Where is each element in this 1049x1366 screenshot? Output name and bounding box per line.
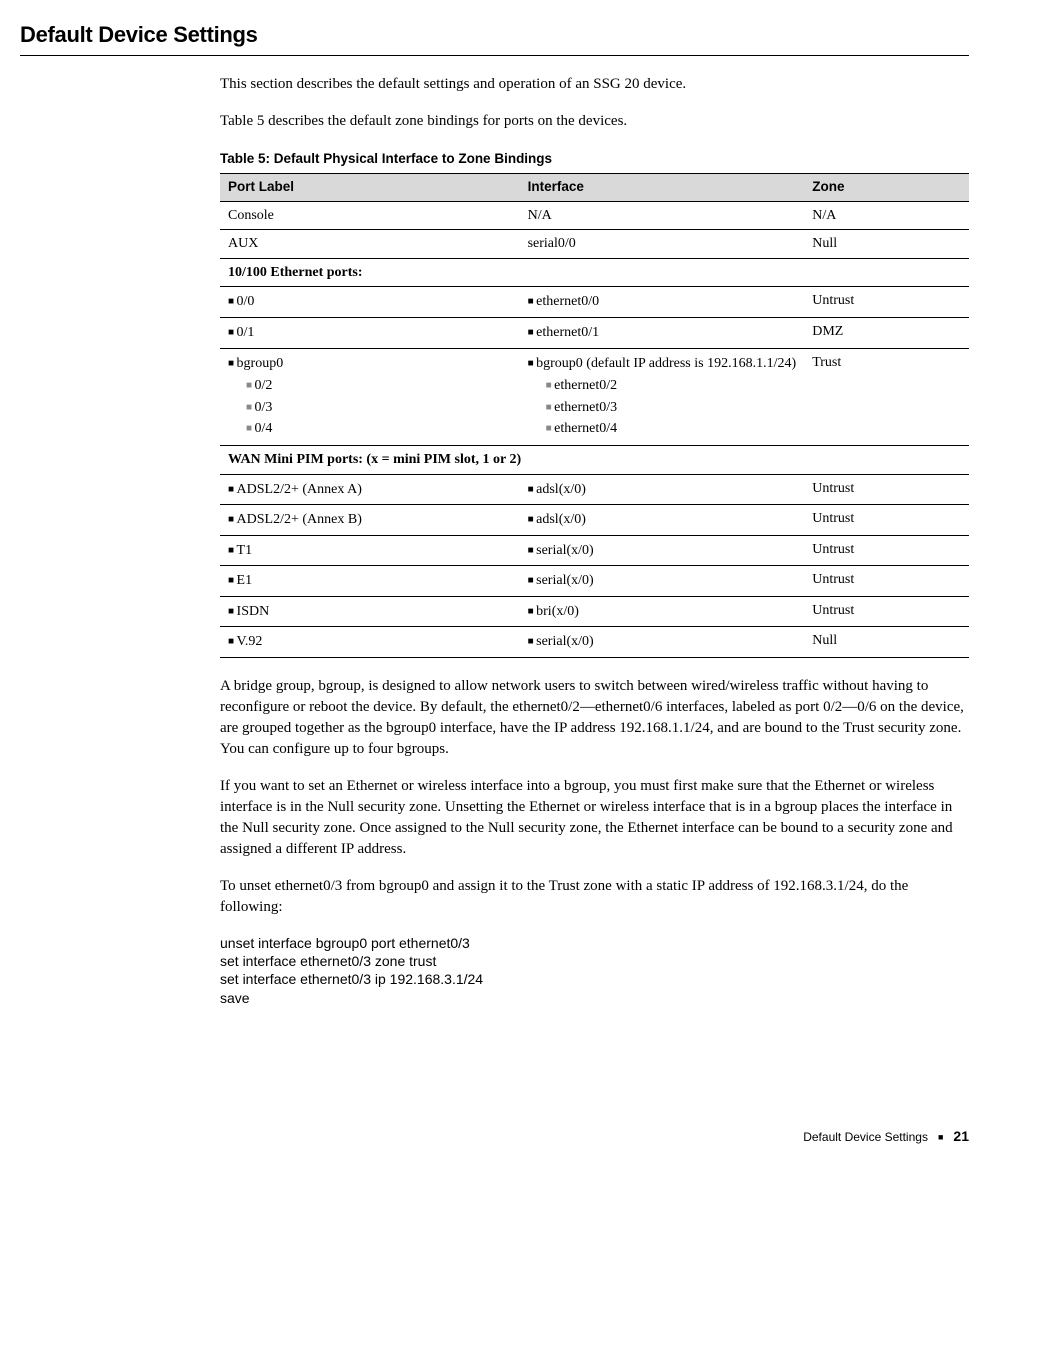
heading-rule (20, 55, 969, 56)
body-content: This section describes the default setti… (220, 74, 969, 1007)
command-block: unset interface bgroup0 port ethernet0/3… (220, 934, 969, 1007)
paragraph: If you want to set an Ethernet or wirele… (220, 776, 969, 860)
cell: V.92 (220, 627, 520, 658)
cell: Untrust (804, 596, 969, 627)
list-item: bri(x/0) (528, 601, 797, 623)
table-subheader: WAN Mini PIM ports: (x = mini PIM slot, … (220, 445, 969, 474)
cell: Console (220, 201, 520, 230)
cell: Untrust (804, 474, 969, 505)
table-row: ADSL2/2+ (Annex A) adsl(x/0) Untrust (220, 474, 969, 505)
table-row: Console N/A N/A (220, 201, 969, 230)
page-footer: Default Device Settings ■ 21 (20, 1127, 969, 1147)
list-item: 0/4 (246, 418, 512, 440)
cell: ethernet0/1 (520, 317, 805, 348)
cell: serial(x/0) (520, 566, 805, 597)
cell: serial(x/0) (520, 627, 805, 658)
cell: Untrust (804, 535, 969, 566)
cell: DMZ (804, 317, 969, 348)
cell: N/A (520, 201, 805, 230)
command-line: save (220, 989, 969, 1007)
cell: serial0/0 (520, 230, 805, 259)
list-item: ethernet0/4 (546, 418, 797, 440)
list-item: serial(x/0) (528, 570, 797, 592)
list-item: serial(x/0) (528, 540, 797, 562)
cell: Untrust (804, 566, 969, 597)
cell: ISDN (220, 596, 520, 627)
list-item: ethernet0/3 (546, 397, 797, 419)
cell: 0/0 (220, 287, 520, 318)
page-heading: Default Device Settings (20, 20, 969, 51)
cell: bgroup0 (default IP address is 192.168.1… (520, 348, 805, 445)
cell: Null (804, 230, 969, 259)
table-row: ISDN bri(x/0) Untrust (220, 596, 969, 627)
command-line: unset interface bgroup0 port ethernet0/3 (220, 934, 969, 952)
footer-title: Default Device Settings (803, 1130, 928, 1144)
table-row: 0/1 ethernet0/1 DMZ (220, 317, 969, 348)
cell: T1 (220, 535, 520, 566)
list-item: T1 (228, 540, 512, 562)
list-item: adsl(x/0) (528, 509, 797, 531)
cell: AUX (220, 230, 520, 259)
cell: Untrust (804, 505, 969, 536)
th-port-label: Port Label (220, 173, 520, 201)
command-line: set interface ethernet0/3 zone trust (220, 952, 969, 970)
cell: serial(x/0) (520, 535, 805, 566)
table-lead-paragraph: Table 5 describes the default zone bindi… (220, 111, 969, 132)
text: bgroup0 (237, 356, 284, 371)
cell: adsl(x/0) (520, 474, 805, 505)
cell: N/A (804, 201, 969, 230)
paragraph: A bridge group, bgroup, is designed to a… (220, 676, 969, 760)
cell: bgroup0 0/2 0/3 0/4 (220, 348, 520, 445)
square-bullet-icon: ■ (938, 1132, 943, 1142)
table-row: ADSL2/2+ (Annex B) adsl(x/0) Untrust (220, 505, 969, 536)
text: bgroup0 (default IP address is 192.168.1… (536, 356, 796, 371)
zone-bindings-table: Port Label Interface Zone Console N/A N/… (220, 173, 969, 658)
list-item: ethernet0/1 (528, 322, 797, 344)
list-item: serial(x/0) (528, 631, 797, 653)
cell: ADSL2/2+ (Annex A) (220, 474, 520, 505)
page-number: 21 (953, 1128, 969, 1144)
list-item: ethernet0/2 (546, 375, 797, 397)
list-item: 0/1 (228, 322, 512, 344)
cell: 0/1 (220, 317, 520, 348)
cell: Trust (804, 348, 969, 445)
table-caption: Table 5: Default Physical Interface to Z… (220, 150, 969, 169)
th-interface: Interface (520, 173, 805, 201)
cell: ethernet0/0 (520, 287, 805, 318)
table-row: 0/0 ethernet0/0 Untrust (220, 287, 969, 318)
list-item: 0/2 (246, 375, 512, 397)
command-line: set interface ethernet0/3 ip 192.168.3.1… (220, 970, 969, 988)
list-item: ADSL2/2+ (Annex A) (228, 479, 512, 501)
list-item: ethernet0/0 (528, 291, 797, 313)
cell: ADSL2/2+ (Annex B) (220, 505, 520, 536)
cell: adsl(x/0) (520, 505, 805, 536)
list-item: ISDN (228, 601, 512, 623)
list-item: ADSL2/2+ (Annex B) (228, 509, 512, 531)
list-item: bgroup0 (default IP address is 192.168.1… (528, 353, 797, 441)
cell: Null (804, 627, 969, 658)
intro-paragraph: This section describes the default setti… (220, 74, 969, 95)
cell: Untrust (804, 287, 969, 318)
cell: E1 (220, 566, 520, 597)
paragraph: To unset ethernet0/3 from bgroup0 and as… (220, 876, 969, 918)
list-item: bgroup0 0/2 0/3 0/4 (228, 353, 512, 441)
table-subheader: 10/100 Ethernet ports: (220, 258, 969, 287)
list-item: E1 (228, 570, 512, 592)
table-row: T1 serial(x/0) Untrust (220, 535, 969, 566)
table-row: bgroup0 0/2 0/3 0/4 bgroup0 (default IP … (220, 348, 969, 445)
table-row: AUX serial0/0 Null (220, 230, 969, 259)
cell: WAN Mini PIM ports: (x = mini PIM slot, … (220, 445, 969, 474)
cell: 10/100 Ethernet ports: (220, 258, 969, 287)
table-row: E1 serial(x/0) Untrust (220, 566, 969, 597)
list-item: 0/0 (228, 291, 512, 313)
table-row: V.92 serial(x/0) Null (220, 627, 969, 658)
cell: bri(x/0) (520, 596, 805, 627)
list-item: V.92 (228, 631, 512, 653)
list-item: 0/3 (246, 397, 512, 419)
list-item: adsl(x/0) (528, 479, 797, 501)
th-zone: Zone (804, 173, 969, 201)
